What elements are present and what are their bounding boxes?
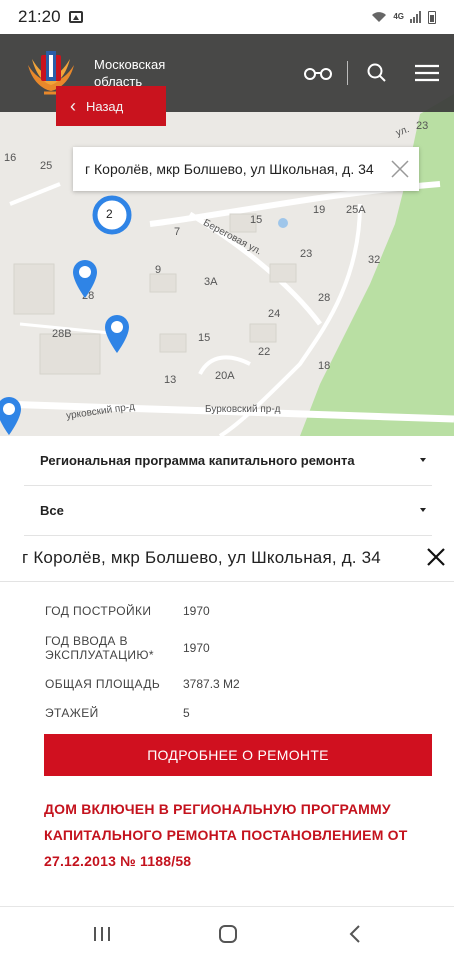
map-label: 16 [4, 152, 17, 164]
info-key: ОБЩАЯ ПЛОЩАДЬ [45, 677, 161, 691]
low-vision-button[interactable] [297, 52, 339, 94]
map-label: 23 [416, 120, 429, 132]
low-vision-icon [304, 68, 332, 80]
info-value: 3787.3 М2 [183, 677, 240, 691]
brand-name: Московская область [94, 56, 184, 90]
filter-select[interactable]: Все [24, 486, 432, 536]
brand-line-1: Московская [94, 57, 166, 72]
map-label: 3A [204, 276, 218, 288]
address-value: г Королёв, мкр Болшево, ул Школьная, д. … [22, 547, 381, 567]
info-value: 1970 [183, 604, 210, 618]
caret-down-icon [420, 458, 426, 462]
back-button[interactable]: ‹ Назад [56, 86, 166, 126]
map-label: 20A [215, 370, 235, 382]
menu-button[interactable] [406, 52, 448, 94]
house-info-table: ГОД ПОСТРОЙКИ 1970 ГОД ВВОДА В ЭКСПЛУАТА… [45, 596, 405, 728]
recents-icon[interactable] [88, 921, 116, 947]
signal-icon [410, 11, 421, 23]
cluster-count: 2 [106, 207, 113, 221]
map-label: 7 [174, 226, 181, 238]
wifi-icon [372, 12, 387, 22]
info-key: ЭТАЖЕЙ [45, 706, 99, 720]
map-label: 25 [40, 160, 53, 172]
address-field[interactable]: г Королёв, мкр Болшево, ул Школьная, д. … [0, 534, 454, 582]
info-key: ГОД ВВОДА В ЭКСПЛУАТАЦИЮ* [45, 634, 154, 662]
map-pin-marker[interactable] [0, 395, 24, 437]
info-value: 5 [183, 706, 190, 720]
menu-icon [415, 64, 439, 82]
map-label: 24 [268, 308, 281, 320]
map-pin-icon [0, 397, 21, 435]
map-label: 15 [198, 332, 211, 344]
map-label: 19 [313, 204, 326, 216]
program-notice: ДОМ ВКЛЮЧЕН В РЕГИОНАЛЬНУЮ ПРОГРАММУ КАП… [44, 801, 408, 869]
street-label: Бурковский пр-д [205, 404, 281, 415]
info-row: ГОД ВВОДА В ЭКСПЛУАТАЦИЮ* 1970 [45, 626, 405, 670]
network-label: 4G [393, 12, 404, 21]
map-address-popup: г Королёв, мкр Болшево, ул Школьная, д. … [73, 147, 419, 191]
program-select[interactable]: Региональная программа капитального ремо… [24, 436, 432, 486]
gallery-icon [68, 11, 83, 23]
map-label: 25A [346, 204, 366, 216]
cluster-ring-icon [92, 195, 132, 235]
info-row: ЭТАЖЕЙ 5 [45, 698, 405, 728]
status-time: 21:20 [18, 7, 61, 26]
caret-down-icon [420, 508, 426, 512]
repair-details-button[interactable]: ПОДРОБНЕЕ О РЕМОНТЕ [44, 734, 432, 776]
chevron-left-icon: ‹ [70, 95, 76, 116]
info-value: 1970 [183, 641, 210, 655]
search-button[interactable] [356, 52, 398, 94]
info-row: ОБЩАЯ ПЛОЩАДЬ 3787.3 М2 [45, 670, 405, 698]
header-actions [297, 34, 454, 112]
filter-select-value: Все [40, 503, 64, 518]
map-pin-icon [73, 260, 97, 298]
map-label: 22 [258, 346, 271, 358]
home-icon[interactable] [214, 921, 242, 947]
popup-address: г Королёв, мкр Болшево, ул Школьная, д. … [85, 161, 374, 177]
screen: 21:20 4G 23 25 16 15 19 25A 7 23 32 9 3A… [0, 0, 454, 960]
back-label: Назад [86, 98, 124, 114]
map-pin-marker[interactable] [102, 313, 132, 355]
map-pin-marker[interactable] [70, 258, 100, 300]
map-cluster-marker[interactable]: 2 [90, 195, 136, 235]
battery-icon [428, 10, 436, 24]
system-nav-bar [0, 906, 454, 960]
info-key: ГОД ПОСТРОЙКИ [45, 604, 152, 618]
clear-icon[interactable] [426, 547, 446, 567]
back-icon[interactable] [342, 921, 370, 947]
house-info-panel: Региональная программа капитального ремо… [0, 436, 454, 906]
map-label: 23 [300, 248, 313, 260]
status-bar: 21:20 4G [0, 0, 454, 34]
search-icon [367, 63, 386, 82]
program-select-value: Региональная программа капитального ремо… [40, 453, 355, 468]
map-label: 32 [368, 254, 381, 266]
map-label: 15 [250, 214, 263, 226]
header-divider [347, 61, 348, 85]
info-row: ГОД ПОСТРОЙКИ 1970 [45, 596, 405, 626]
map-label: 28B [52, 328, 72, 340]
close-icon[interactable] [389, 158, 411, 180]
map-label: 9 [155, 264, 162, 276]
map-label: 13 [164, 374, 177, 386]
map-label: 18 [318, 360, 331, 372]
map-pin-icon [105, 315, 129, 353]
map-label: 28 [318, 292, 331, 304]
